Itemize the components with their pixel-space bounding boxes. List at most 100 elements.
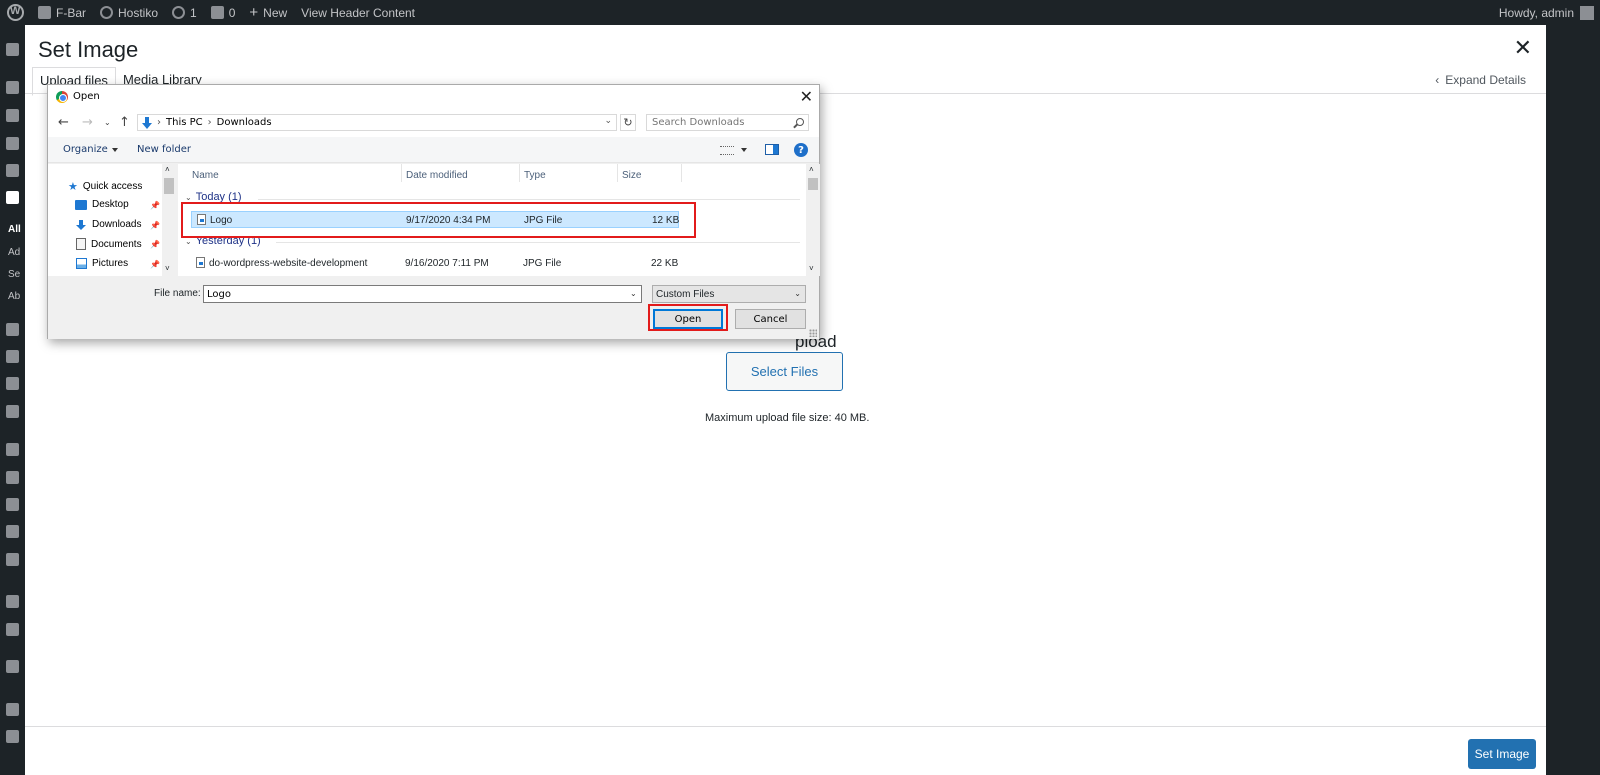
group-divider: [276, 242, 800, 243]
site-name-menu[interactable]: F-Bar: [31, 0, 93, 25]
file-name-dropdown-icon[interactable]: ⌄: [630, 289, 637, 298]
quote-icon[interactable]: [6, 377, 19, 390]
refresh-icon[interactable]: [6, 703, 19, 716]
group-divider: [258, 199, 800, 200]
cancel-button[interactable]: Cancel: [735, 309, 806, 329]
scroll-down-icon[interactable]: ˅: [165, 264, 170, 273]
sidebar-submenu-all[interactable]: All: [8, 224, 21, 235]
layout-icon[interactable]: [6, 137, 19, 150]
column-divider[interactable]: [519, 164, 520, 182]
column-divider[interactable]: [401, 164, 402, 182]
file-name: do-wordpress-website-development: [209, 258, 368, 269]
scroll-down-icon[interactable]: ˅: [809, 264, 814, 273]
collapse-menu-icon[interactable]: [6, 730, 19, 743]
nav-pictures[interactable]: Pictures: [76, 258, 128, 269]
admin-sidebar: All Ad Se Ab: [0, 25, 25, 775]
comments-icon[interactable]: [6, 350, 19, 363]
home-icon: [38, 6, 51, 19]
close-icon[interactable]: ✕: [1514, 35, 1532, 61]
file-name-label: File name:: [154, 288, 201, 299]
plus-icon: +: [249, 4, 259, 21]
column-divider[interactable]: [617, 164, 618, 182]
expand-details-button[interactable]: ‹ Expand Details: [1435, 73, 1526, 87]
comments-menu[interactable]: 0: [204, 0, 243, 25]
nav-scroll-thumb[interactable]: [164, 178, 174, 194]
column-header-size[interactable]: Size: [622, 170, 641, 181]
file-size: 22 KB: [651, 258, 679, 269]
nav-quick-access[interactable]: ★ Quick access: [68, 180, 142, 193]
pin-icon: 📌: [150, 201, 160, 210]
header-builder-icon[interactable]: [6, 191, 19, 204]
appearance-icon[interactable]: [6, 443, 19, 456]
file-scroll-thumb[interactable]: [808, 178, 818, 190]
footer-divider: [25, 726, 1546, 727]
theme-spinner-icon: [100, 6, 113, 19]
file-name: Logo: [210, 215, 233, 226]
set-image-button[interactable]: Set Image: [1468, 739, 1536, 769]
max-upload-size: Maximum upload file size: 40 MB.: [705, 412, 870, 424]
settings-icon[interactable]: [6, 660, 19, 673]
group-header-today[interactable]: ⌄ Today (1): [185, 191, 242, 203]
view-header-content-link[interactable]: View Header Content: [294, 0, 422, 25]
file-row-do-wordpress[interactable]: do-wordpress-website-development 9/16/20…: [191, 255, 679, 272]
group-header-yesterday[interactable]: ⌄ Yesterday (1): [185, 235, 261, 247]
form-icon[interactable]: [6, 623, 19, 636]
nav-pane-scrollbar[interactable]: ˄ ˅: [162, 164, 176, 276]
pages-icon[interactable]: [6, 323, 19, 336]
updates-icon: [172, 6, 186, 19]
mail-icon[interactable]: [6, 405, 19, 418]
pictures-icon: [76, 258, 87, 269]
plugins-icon[interactable]: [6, 471, 19, 484]
file-row-logo[interactable]: Logo 9/17/2020 4:34 PM JPG File 12 KB: [191, 211, 679, 228]
pin-icon: 📌: [150, 240, 160, 249]
updates-menu[interactable]: 1: [165, 0, 204, 25]
wp-logo-menu[interactable]: [0, 0, 31, 25]
dashboard-icon[interactable]: [6, 43, 19, 56]
column-header-type[interactable]: Type: [524, 170, 546, 181]
grid-icon[interactable]: [6, 164, 19, 177]
file-type-select[interactable]: Custom Files ⌄: [652, 285, 806, 303]
documents-icon: [76, 238, 86, 250]
jpg-file-icon: [196, 257, 205, 268]
file-date: 9/17/2020 4:34 PM: [406, 215, 491, 226]
file-size: 12 KB: [652, 215, 680, 226]
modal-title: Set Image: [38, 37, 139, 62]
jpg-file-icon: [197, 214, 206, 225]
chevron-down-icon: ⌄: [794, 289, 801, 298]
star-icon: ★: [68, 181, 78, 193]
select-files-button[interactable]: Select Files: [726, 352, 843, 391]
pin-icon: 📌: [150, 221, 160, 230]
nav-desktop[interactable]: Desktop: [75, 199, 129, 210]
column-divider[interactable]: [681, 164, 682, 182]
comment-icon: [210, 6, 224, 19]
column-header-date-modified[interactable]: Date modified: [406, 170, 468, 181]
sidebar-submenu-about[interactable]: Ab: [8, 291, 20, 302]
nav-documents[interactable]: Documents: [76, 238, 142, 250]
file-name-input[interactable]: [203, 285, 642, 303]
pin-icon[interactable]: [6, 81, 19, 94]
resize-grip-icon[interactable]: [809, 329, 817, 337]
theme-menu[interactable]: Hostiko: [93, 0, 165, 25]
my-account-menu[interactable]: Howdy, admin: [1499, 0, 1594, 25]
scroll-up-icon[interactable]: ˄: [809, 165, 814, 174]
scroll-up-icon[interactable]: ˄: [165, 165, 170, 174]
sidebar-submenu-settings[interactable]: Se: [8, 269, 20, 280]
new-content-menu[interactable]: + New: [242, 0, 294, 25]
sidebar-submenu-add[interactable]: Ad: [8, 247, 20, 258]
file-type: JPG File: [524, 215, 563, 226]
tools-icon[interactable]: [6, 525, 19, 538]
dialog-body: ★ Quick access Desktop 📌 Downloads 📌 Docu…: [48, 85, 820, 339]
chevron-down-icon: ⌄: [185, 236, 192, 246]
table-icon[interactable]: [6, 595, 19, 608]
file-type: JPG File: [523, 258, 562, 269]
wordpress-icon: [7, 4, 24, 21]
nav-downloads[interactable]: Downloads: [75, 219, 141, 230]
users-icon[interactable]: [6, 498, 19, 511]
plugin-icon[interactable]: [6, 109, 19, 122]
chevron-left-icon: ‹: [1435, 73, 1440, 87]
cloud-icon[interactable]: [6, 553, 19, 566]
avatar: [1580, 5, 1594, 20]
column-header-name[interactable]: Name: [192, 170, 219, 181]
desktop-icon: [75, 199, 87, 210]
open-button[interactable]: Open: [653, 309, 723, 329]
